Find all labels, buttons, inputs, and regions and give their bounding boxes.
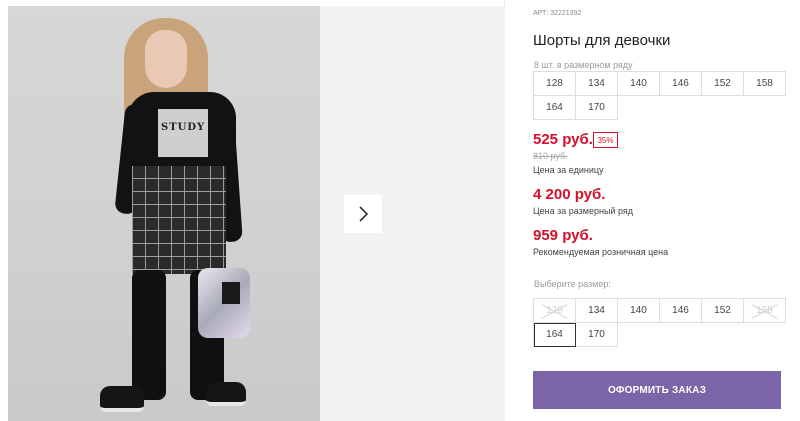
- size-option[interactable]: 170: [576, 323, 618, 347]
- size-range-cell: 158: [744, 72, 786, 96]
- size-option[interactable]: 134: [576, 299, 618, 323]
- size-range-cell: 146: [660, 72, 702, 96]
- size-option-selected[interactable]: 164: [534, 323, 576, 347]
- size-range-cell: 128: [534, 72, 576, 96]
- order-button[interactable]: ОФОРМИТЬ ЗАКАЗ: [533, 371, 781, 409]
- plaid-shorts: [132, 166, 226, 274]
- rrp-price: 959 руб.: [533, 227, 593, 244]
- size-range-grid: 128 134 140 146 152 158 164 170: [533, 71, 786, 120]
- size-option[interactable]: 140: [618, 299, 660, 323]
- size-select-label: Выберите размер:: [534, 279, 611, 289]
- size-range-cell: 140: [618, 72, 660, 96]
- range-price: 4 200 руб.: [533, 186, 606, 203]
- old-price: 810 руб.: [533, 151, 568, 161]
- size-range-cell: 164: [534, 96, 576, 120]
- size-option[interactable]: 152: [702, 299, 744, 323]
- product-photo[interactable]: STUDY: [8, 6, 320, 421]
- unit-price-label: Цена за единицу: [533, 165, 604, 175]
- product-gallery: STUDY: [0, 0, 505, 421]
- size-range-note: 8 шт. в размерном ряду: [534, 60, 633, 70]
- size-option-unavailable: 128: [534, 299, 576, 323]
- product-sku: АРТ: 32221392: [533, 10, 582, 17]
- size-range-cell: 152: [702, 72, 744, 96]
- range-price-label: Цена за размерный ряд: [533, 206, 634, 216]
- size-range-cell: 170: [576, 96, 618, 120]
- size-option-unavailable: 158: [744, 299, 786, 323]
- unit-price: 525 руб.: [533, 131, 593, 148]
- size-option[interactable]: 146: [660, 299, 702, 323]
- product-title: Шорты для девочки: [533, 32, 671, 49]
- shirt-print-text: STUDY: [161, 122, 206, 133]
- discount-badge: 35%: [593, 132, 618, 148]
- chevron-right-icon: [359, 206, 369, 222]
- size-select-grid: 128 134 140 146 152 158 164 170: [533, 298, 786, 347]
- rrp-price-label: Рекомендуемая розничная цена: [533, 247, 669, 257]
- size-range-cell: 134: [576, 72, 618, 96]
- gallery-next-button[interactable]: [344, 195, 382, 233]
